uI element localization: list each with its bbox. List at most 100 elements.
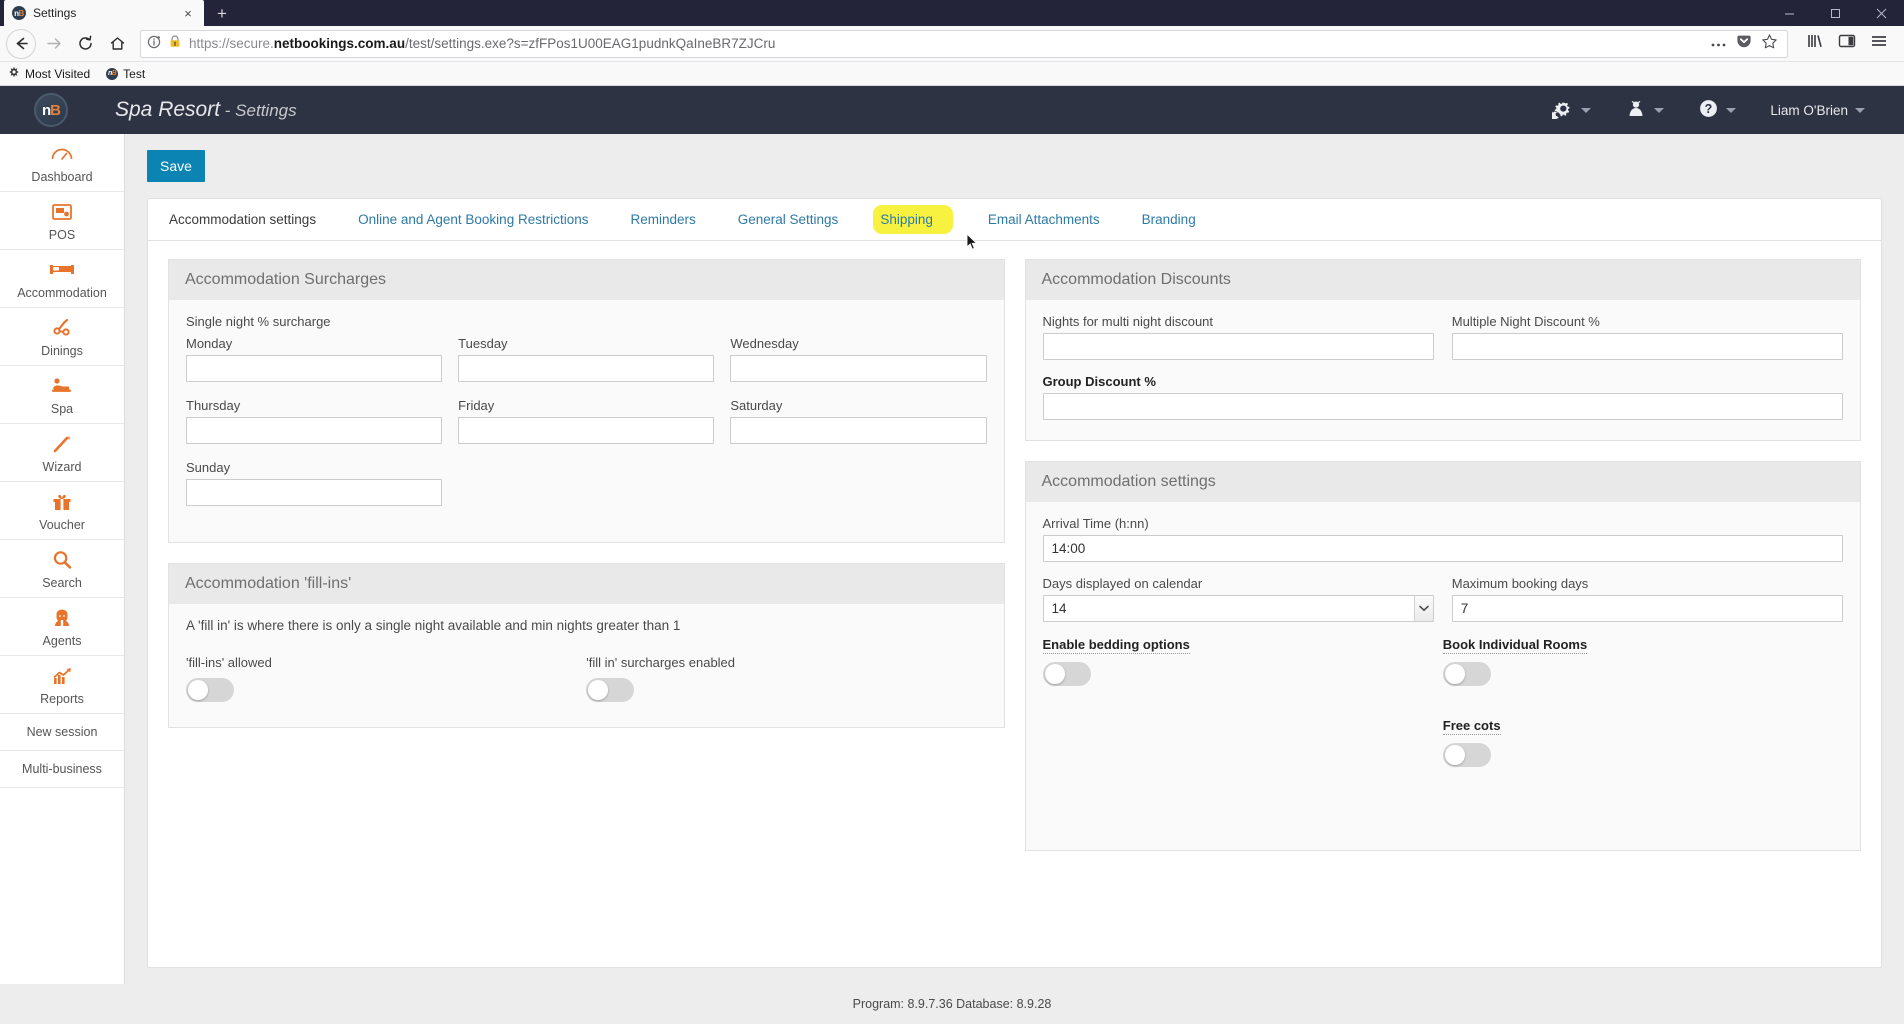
browser-tab[interactable]: nB Settings × [4, 0, 204, 26]
application: nB Spa Resort - Settings ? Liam O'Brien … [0, 86, 1904, 1024]
tab-accommodation-settings[interactable]: Accommodation settings [148, 199, 337, 240]
discount-row-1: Nights for multi night discount Multiple… [1042, 314, 1843, 360]
sidebar-toggle-icon[interactable] [1838, 33, 1856, 54]
field-multiple-night-discount: Multiple Night Discount % [1451, 314, 1843, 360]
url-bar[interactable]: https://secure.netbookings.com.au/test/s… [140, 29, 1788, 58]
friday-surcharge-input[interactable] [458, 417, 715, 444]
sunday-surcharge-input[interactable] [186, 479, 443, 506]
tab-online-agent-booking-restrictions[interactable]: Online and Agent Booking Restrictions [337, 199, 609, 240]
maximize-icon[interactable] [1812, 0, 1858, 26]
settings-toggles-row-2: Free cots [1043, 717, 1844, 772]
field-label: Saturday [730, 398, 783, 413]
back-icon[interactable] [6, 28, 36, 59]
field-label: Wednesday [730, 336, 799, 351]
settings-menu[interactable] [1535, 86, 1608, 134]
sidebar-item-dinings[interactable]: Dinings [0, 308, 124, 366]
multiple-night-discount-input[interactable] [1451, 333, 1843, 360]
card-title: Accommodation 'fill-ins' [169, 564, 1004, 604]
sidebar-item-label: Voucher [39, 518, 85, 532]
new-tab-button[interactable]: + [204, 0, 240, 26]
sidebar-item-reports[interactable]: Reports [0, 656, 124, 714]
nights-multi-discount-input[interactable] [1042, 333, 1434, 360]
thursday-surcharge-input[interactable] [186, 417, 443, 444]
enable-bedding-options-toggle[interactable] [1042, 662, 1091, 686]
tab-general-settings[interactable]: General Settings [717, 199, 860, 240]
sidebar-item-label: New session [26, 725, 98, 739]
wednesday-surcharge-input[interactable] [730, 355, 987, 382]
sidebar-item-voucher[interactable]: Voucher [0, 482, 124, 540]
arrival-time-input[interactable] [1042, 535, 1843, 562]
tab-branding[interactable]: Branding [1121, 199, 1217, 240]
home-icon[interactable] [102, 29, 132, 59]
insecure-lock-warning-icon[interactable] [168, 34, 183, 54]
card-body: Arrival Time (h:nn) Days displayed on ca… [1026, 502, 1861, 850]
field-label: Tuesday [458, 336, 508, 351]
tuesday-surcharge-input[interactable] [458, 355, 715, 382]
help-question-icon: ? [1698, 98, 1719, 122]
sidebar-item-agents[interactable]: Agents [0, 598, 124, 656]
minimize-icon[interactable] [1766, 0, 1812, 26]
save-button[interactable]: Save [147, 150, 205, 182]
sidebar-item-label: Dashboard [31, 170, 93, 184]
saturday-surcharge-input[interactable] [730, 417, 987, 444]
field-label: Group Discount % [1042, 374, 1156, 389]
close-window-icon[interactable] [1858, 0, 1904, 26]
sidebar-item-search[interactable]: Search [0, 540, 124, 598]
site-info-icon[interactable] [147, 34, 162, 54]
card-title: Accommodation Surcharges [169, 260, 1004, 300]
tab-label: Shipping [880, 212, 933, 227]
monday-surcharge-input[interactable] [186, 355, 443, 382]
settings-row-1: Days displayed on calendar 14 Maximum bo… [1042, 576, 1843, 622]
field-label: Nights for multi night discount [1042, 314, 1214, 329]
bed-icon [49, 259, 75, 281]
pocket-icon[interactable] [1736, 33, 1752, 54]
tab-email-attachments[interactable]: Email Attachments [967, 199, 1121, 240]
massage-icon [50, 375, 74, 397]
free-cots-toggle[interactable] [1442, 743, 1491, 767]
group-discount-input[interactable] [1042, 393, 1843, 420]
bookmark-star-icon[interactable] [1761, 33, 1778, 55]
account-menu[interactable]: Liam O'Brien [1753, 86, 1882, 134]
sidebar-item-accommodation[interactable]: Accommodation [0, 250, 124, 308]
sidebar-item-new-session[interactable]: New session [0, 714, 124, 751]
fillin-surcharges-toggle[interactable] [586, 678, 635, 702]
tab-reminders[interactable]: Reminders [609, 199, 716, 240]
bookmark-most-visited[interactable]: Most Visited [8, 66, 90, 81]
maximum-booking-days-input[interactable] [1451, 595, 1843, 622]
tab-label: Accommodation settings [169, 212, 317, 227]
tab-shipping[interactable]: Shipping [859, 199, 978, 250]
netbookings-logo[interactable]: nB [34, 93, 68, 127]
book-individual-rooms-toggle[interactable] [1442, 662, 1491, 686]
sidebar-item-label: Agents [42, 634, 82, 648]
page-name: Settings [235, 101, 297, 120]
bookmark-test[interactable]: nB Test [106, 67, 145, 81]
surcharge-row-2: Thursday Friday Saturday [186, 398, 987, 444]
main-content: Save Accommodation settings Online and A… [125, 134, 1904, 984]
page-actions-ellipsis-icon[interactable] [1710, 35, 1727, 53]
sidebar-item-multi-business[interactable]: Multi-business [0, 751, 124, 788]
help-menu[interactable]: ? [1681, 86, 1753, 134]
library-icon[interactable] [1806, 33, 1824, 54]
sidebar-item-dashboard[interactable]: Dashboard [0, 134, 124, 192]
fillins-allowed-toggle[interactable] [186, 678, 234, 702]
logo-n: n [41, 101, 51, 119]
field-thursday: Thursday [186, 398, 443, 444]
chevron-down-icon [1855, 107, 1865, 113]
hamburger-menu-icon[interactable] [1870, 33, 1888, 54]
sidebar-item-wizard[interactable]: Wizard [0, 424, 124, 482]
field-group-discount: Group Discount % [1042, 374, 1843, 420]
settings-tabs: Accommodation settings Online and Agent … [148, 199, 1881, 250]
account-name: Liam O'Brien [1770, 102, 1848, 118]
field-tuesday: Tuesday [458, 336, 715, 382]
sidebar-item-pos[interactable]: POS [0, 192, 124, 250]
close-icon[interactable]: × [180, 5, 196, 21]
chevron-down-icon [1654, 107, 1665, 113]
days-displayed-select[interactable]: 14 [1042, 595, 1434, 622]
gift-icon [51, 491, 73, 513]
reload-icon[interactable] [70, 29, 100, 59]
forward-icon[interactable] [38, 29, 68, 59]
sidebar-item-spa[interactable]: Spa [0, 366, 124, 424]
user-agent-menu[interactable] [1608, 86, 1681, 134]
